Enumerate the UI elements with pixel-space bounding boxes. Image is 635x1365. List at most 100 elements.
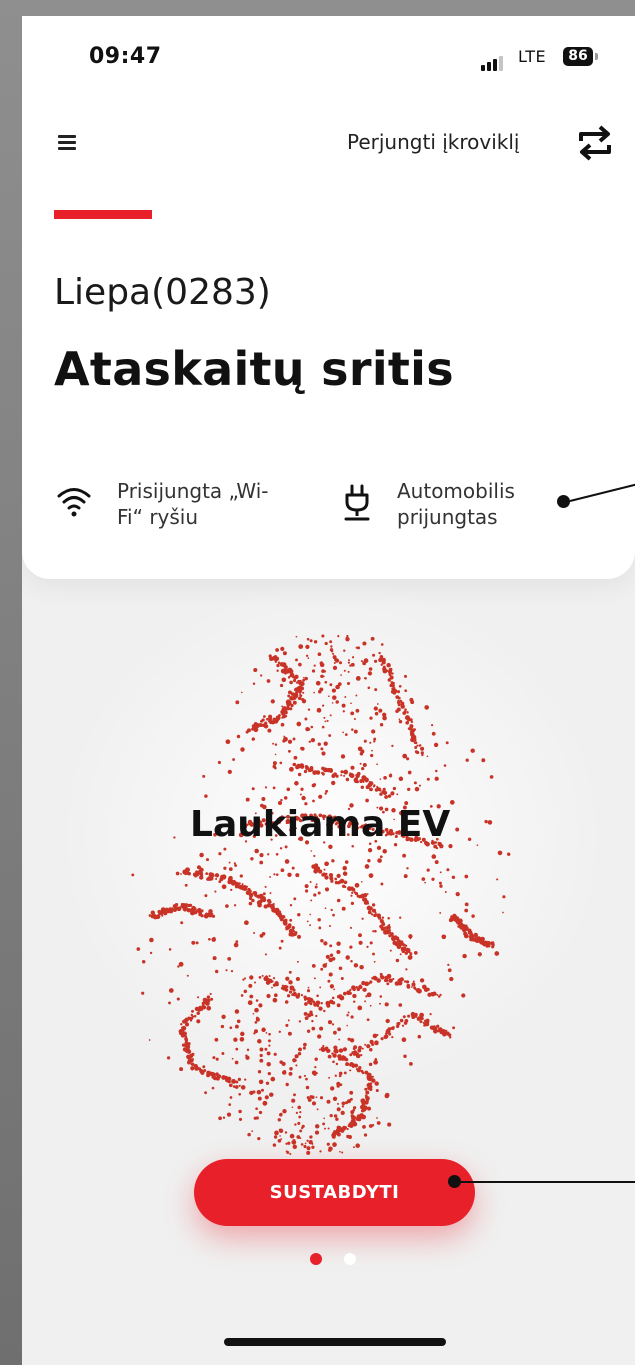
particle xyxy=(387,917,390,920)
particle xyxy=(249,975,254,980)
particle xyxy=(287,739,293,744)
particle xyxy=(259,1047,264,1052)
particle xyxy=(374,1058,378,1061)
particle xyxy=(286,994,291,998)
particle xyxy=(215,969,219,974)
particle xyxy=(399,1018,404,1023)
particle xyxy=(416,1017,421,1021)
particle xyxy=(267,1071,271,1076)
particle xyxy=(396,1021,401,1026)
particle xyxy=(391,1036,394,1039)
particle xyxy=(334,877,338,881)
particle xyxy=(345,636,348,640)
particle xyxy=(409,697,414,702)
stop-button[interactable]: SUSTABDYTI xyxy=(194,1159,475,1226)
particle xyxy=(304,717,308,721)
particle xyxy=(397,696,401,700)
particle xyxy=(330,645,333,648)
particle xyxy=(209,872,215,878)
particle xyxy=(376,1033,379,1037)
particle xyxy=(203,1069,207,1072)
particle xyxy=(259,1053,263,1058)
particle xyxy=(347,1037,351,1041)
particle xyxy=(317,891,321,895)
particle xyxy=(166,1056,171,1060)
particle xyxy=(303,1144,307,1149)
particle xyxy=(402,753,408,759)
particle xyxy=(419,744,422,747)
particle xyxy=(255,1017,260,1022)
particle xyxy=(311,1019,314,1023)
particle xyxy=(476,844,479,847)
particle xyxy=(409,937,412,940)
particle xyxy=(187,1060,191,1065)
particle xyxy=(413,741,417,744)
particle xyxy=(305,889,309,893)
particle xyxy=(272,786,276,790)
particle xyxy=(433,742,439,748)
particle xyxy=(274,743,278,746)
particle xyxy=(313,977,316,980)
particle xyxy=(336,941,341,946)
particle xyxy=(418,784,421,787)
particle xyxy=(346,681,351,686)
particle xyxy=(269,1092,274,1097)
particle xyxy=(261,1088,264,1092)
particle xyxy=(190,1013,193,1017)
particle xyxy=(366,1044,371,1049)
particle xyxy=(342,991,347,996)
particle xyxy=(347,670,350,673)
particle xyxy=(396,690,401,694)
particle xyxy=(368,906,373,911)
particle xyxy=(408,727,413,731)
particle xyxy=(273,1052,277,1056)
particle xyxy=(251,727,255,731)
particle xyxy=(222,1116,226,1119)
particle xyxy=(187,871,191,876)
particle xyxy=(396,793,399,796)
particle xyxy=(204,894,208,898)
particle xyxy=(355,1052,359,1057)
particle xyxy=(446,868,450,872)
particle xyxy=(360,880,363,883)
particle xyxy=(245,1054,248,1057)
particle xyxy=(467,837,472,842)
switch-charger-label[interactable]: Perjungti įkroviklį xyxy=(347,130,519,154)
particle xyxy=(363,658,369,664)
particle xyxy=(191,940,196,945)
page-indicator-inactive[interactable] xyxy=(344,1253,356,1265)
particle xyxy=(330,1086,335,1091)
particle xyxy=(331,1001,336,1005)
particle xyxy=(273,873,276,876)
particle xyxy=(292,737,296,741)
particle xyxy=(358,984,362,988)
particle xyxy=(264,953,267,956)
particle xyxy=(250,857,254,861)
hamburger-menu-icon[interactable] xyxy=(58,135,76,153)
particle xyxy=(386,976,390,980)
particle xyxy=(398,684,402,688)
particle xyxy=(433,1029,438,1034)
particle xyxy=(328,924,332,928)
particle xyxy=(435,769,438,773)
particle xyxy=(282,919,287,923)
particle xyxy=(317,1034,322,1039)
particle xyxy=(366,1018,370,1022)
particle xyxy=(407,770,412,775)
particle xyxy=(273,908,279,914)
particle xyxy=(231,1079,236,1084)
particle xyxy=(191,905,196,910)
swap-arrows-icon[interactable] xyxy=(575,123,615,163)
particle xyxy=(426,987,430,992)
particle xyxy=(421,753,424,757)
particle xyxy=(272,902,275,906)
particle xyxy=(282,739,286,743)
particle xyxy=(294,674,299,680)
particle xyxy=(325,789,329,793)
particle xyxy=(191,1063,194,1066)
page-indicator-active[interactable] xyxy=(310,1253,322,1265)
particle xyxy=(334,1074,337,1077)
particle xyxy=(405,720,410,725)
particle xyxy=(329,640,333,644)
particle xyxy=(225,904,229,908)
